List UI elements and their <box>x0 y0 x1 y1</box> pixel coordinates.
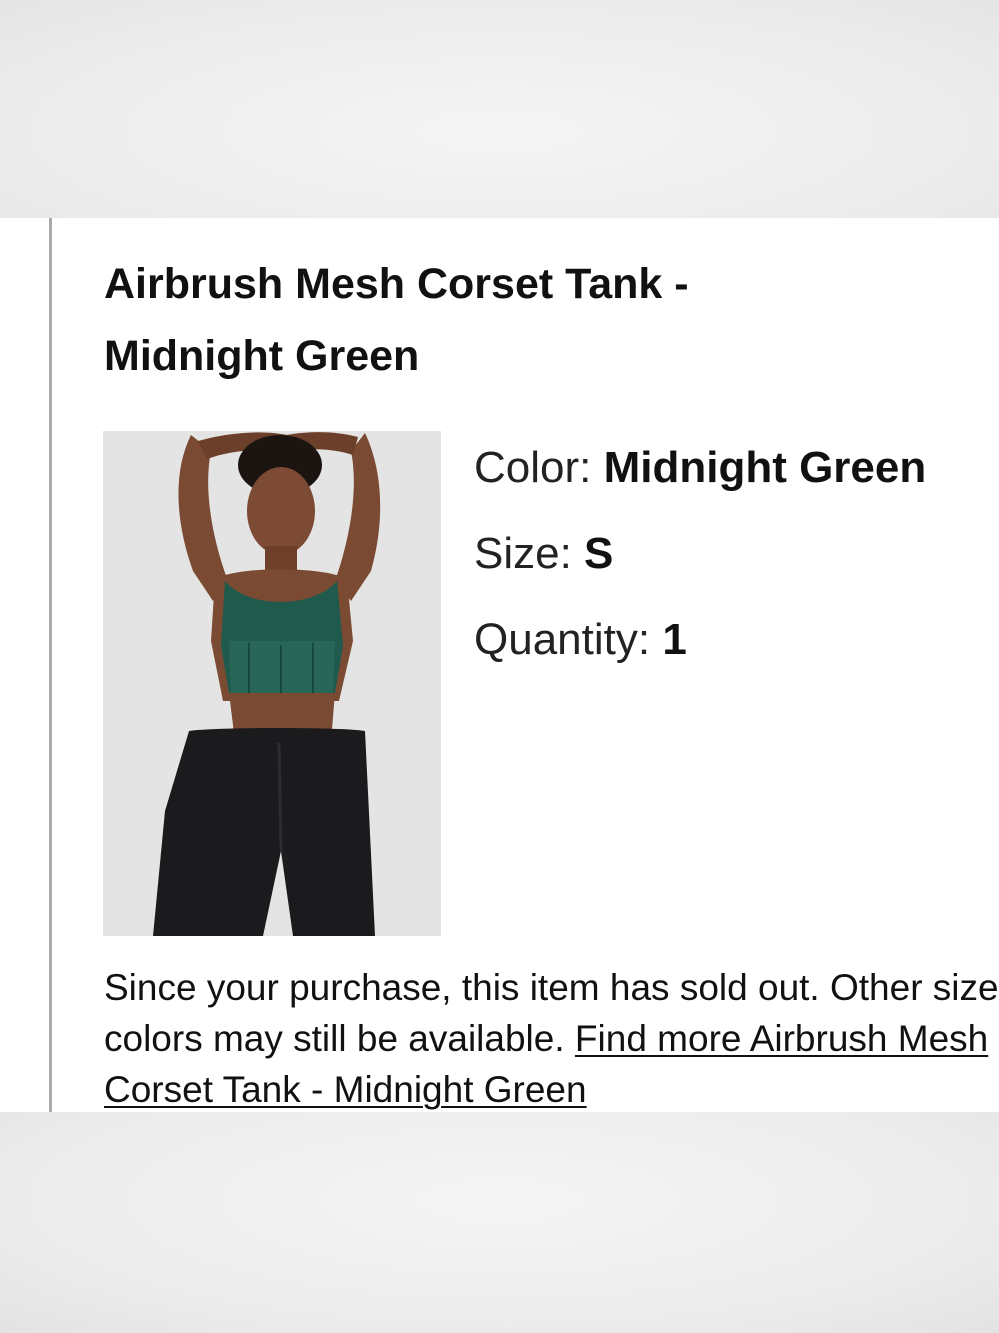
order-item-card: Airbrush Mesh Corset Tank - Midnight Gre… <box>0 218 999 1112</box>
top-backdrop <box>0 0 999 218</box>
product-title: Airbrush Mesh Corset Tank - Midnight Gre… <box>104 260 689 380</box>
color-label: Color: <box>474 443 604 492</box>
left-divider <box>49 218 52 1112</box>
color-value: Midnight Green <box>603 443 927 492</box>
quantity-label: Quantity: <box>474 615 663 664</box>
size-value: S <box>584 529 614 578</box>
item-attributes: Color: Midnight Green Size: S Quantity: … <box>474 432 999 690</box>
quantity-value: 1 <box>662 615 687 664</box>
size-label: Size: <box>474 529 585 578</box>
product-photo-icon[interactable] <box>103 431 441 936</box>
color-attribute: Color: Midnight Green <box>474 432 999 518</box>
size-attribute: Size: S <box>474 518 999 604</box>
bottom-backdrop <box>0 1112 999 1333</box>
sold-out-notice: Since your purchase, this item has sold … <box>104 962 999 1112</box>
quantity-attribute: Quantity: 1 <box>474 604 999 690</box>
